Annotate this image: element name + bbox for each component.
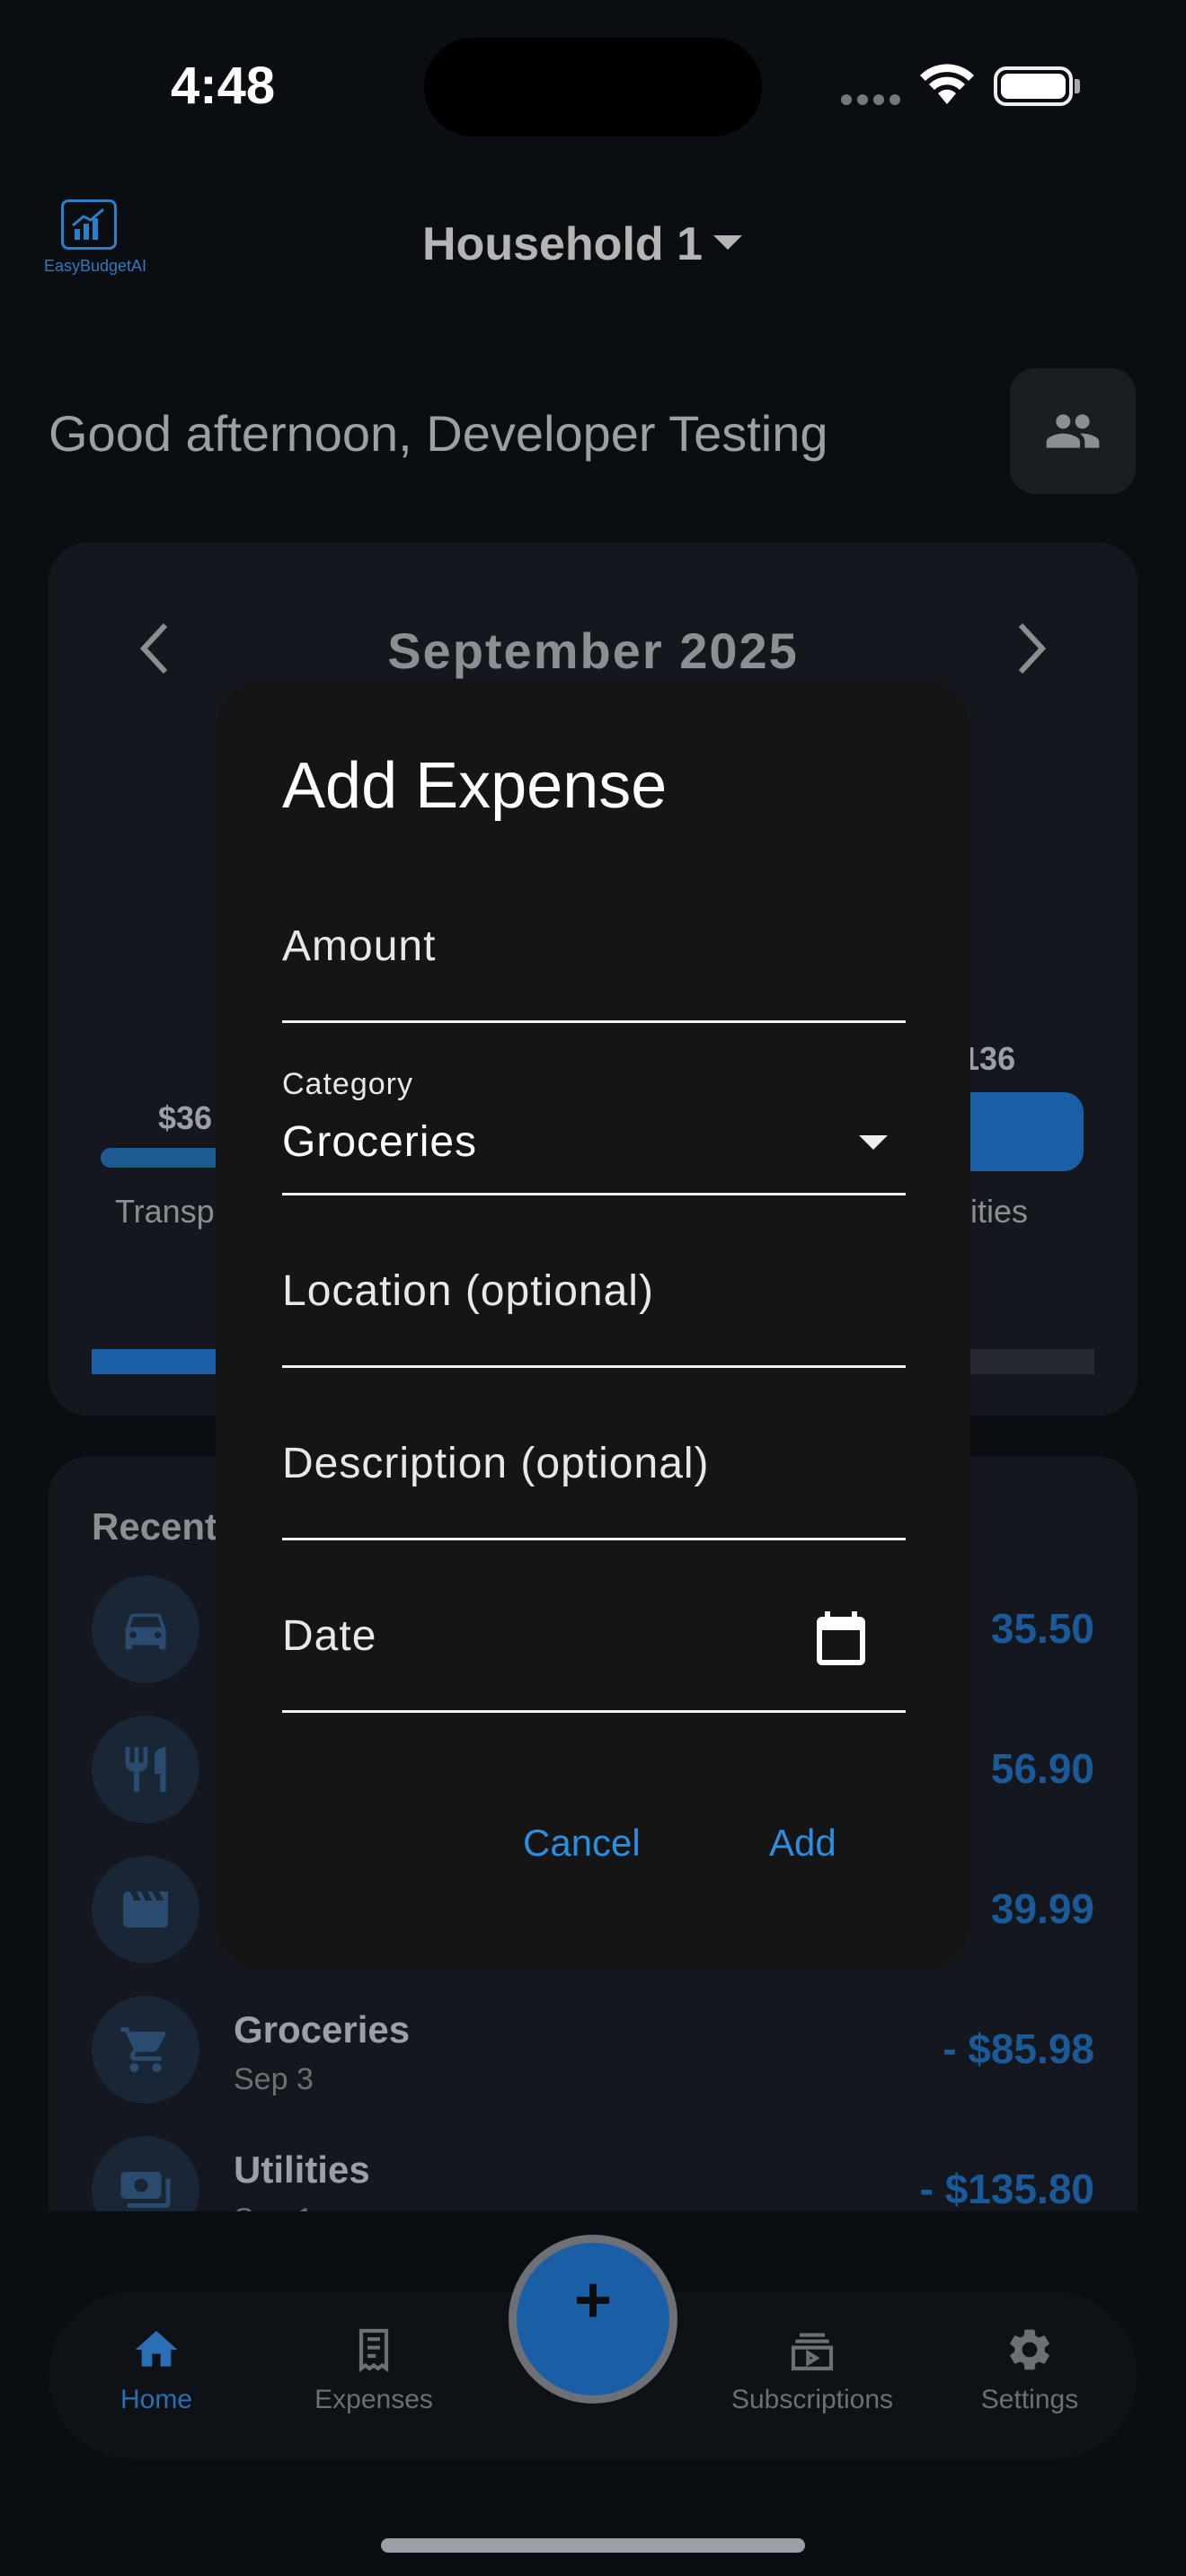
app-logo-text: EasyBudgetAI (43, 257, 147, 275)
amount-field[interactable]: Amount (282, 922, 436, 971)
date-underline (282, 1710, 906, 1713)
description-field[interactable]: Description (optional) (282, 1439, 710, 1488)
nav-label: Expenses (314, 2385, 433, 2414)
receipt-icon (358, 2328, 389, 2373)
category-bar (961, 1092, 1084, 1171)
greeting-text: Good afternoon, Developer Testing (49, 405, 828, 462)
category-label: Category (282, 1067, 413, 1101)
month-title: September 2025 (387, 622, 799, 679)
date-field[interactable]: Date (282, 1611, 376, 1661)
cancel-button[interactable]: Cancel (523, 1822, 641, 1865)
movie-icon (92, 1856, 199, 1963)
transaction-amount: 35.50 (990, 1605, 1094, 1652)
caret-down-icon[interactable] (713, 235, 742, 250)
transaction-date: Sep 3 (234, 2062, 314, 2096)
budget-progress-fill (92, 1349, 217, 1374)
nav-settings[interactable]: Settings (931, 2325, 1128, 2415)
app-logo-icon (61, 199, 117, 250)
nav-label: Home (119, 2385, 193, 2414)
chevron-left-icon[interactable] (133, 620, 176, 682)
chevron-right-icon[interactable] (1010, 620, 1053, 682)
household-selector[interactable]: Household 1 (422, 217, 703, 271)
battery-nub (1075, 79, 1080, 93)
nav-expenses[interactable]: Expenses (275, 2325, 473, 2415)
wifi-icon (918, 63, 976, 110)
nav-label: Settings (980, 2385, 1079, 2414)
plus-icon[interactable]: + (509, 2263, 677, 2337)
home-icon (135, 2331, 178, 2367)
calendar-icon[interactable] (809, 1606, 873, 1671)
category-select[interactable]: Groceries (282, 1117, 477, 1167)
home-indicator (381, 2538, 805, 2553)
amount-underline (282, 1020, 906, 1023)
location-underline (282, 1365, 906, 1368)
transaction-amount: - $85.98 (943, 2025, 1094, 2072)
members-button[interactable] (1010, 368, 1136, 494)
transaction-amount: - $135.80 (919, 2166, 1094, 2212)
add-expense-dialog (216, 679, 970, 1971)
dynamic-island (424, 38, 762, 137)
caret-down-icon[interactable] (859, 1135, 888, 1150)
category-underline (282, 1193, 906, 1195)
bar-label: Transp (115, 1193, 215, 1230)
subscriptions-icon (791, 2333, 834, 2371)
add-button[interactable]: Add (769, 1822, 836, 1865)
recent-title: Recent (92, 1505, 218, 1548)
transaction-name: Groceries (234, 2008, 411, 2051)
description-underline (282, 1538, 906, 1540)
nav-home[interactable]: Home (58, 2325, 255, 2415)
transaction-amount: 56.90 (990, 1745, 1094, 1792)
people-icon (1046, 414, 1100, 448)
restaurant-icon (92, 1716, 199, 1823)
transaction-amount: 39.99 (990, 1885, 1094, 1932)
status-time: 4:48 (171, 57, 276, 115)
battery-icon (994, 66, 1073, 106)
dialog-title: Add Expense (282, 750, 668, 822)
signal-icon (841, 93, 906, 110)
nav-label: Subscriptions (730, 2385, 894, 2414)
transaction-name: Utilities (234, 2148, 370, 2191)
bar-value: $36 (158, 1099, 213, 1136)
car-icon (92, 1575, 199, 1683)
budget-progress-track (969, 1349, 1094, 1374)
location-field[interactable]: Location (optional) (282, 1266, 654, 1316)
cart-icon (92, 1996, 199, 2104)
nav-subscriptions[interactable]: Subscriptions (713, 2325, 911, 2415)
gear-icon (1010, 2329, 1049, 2370)
